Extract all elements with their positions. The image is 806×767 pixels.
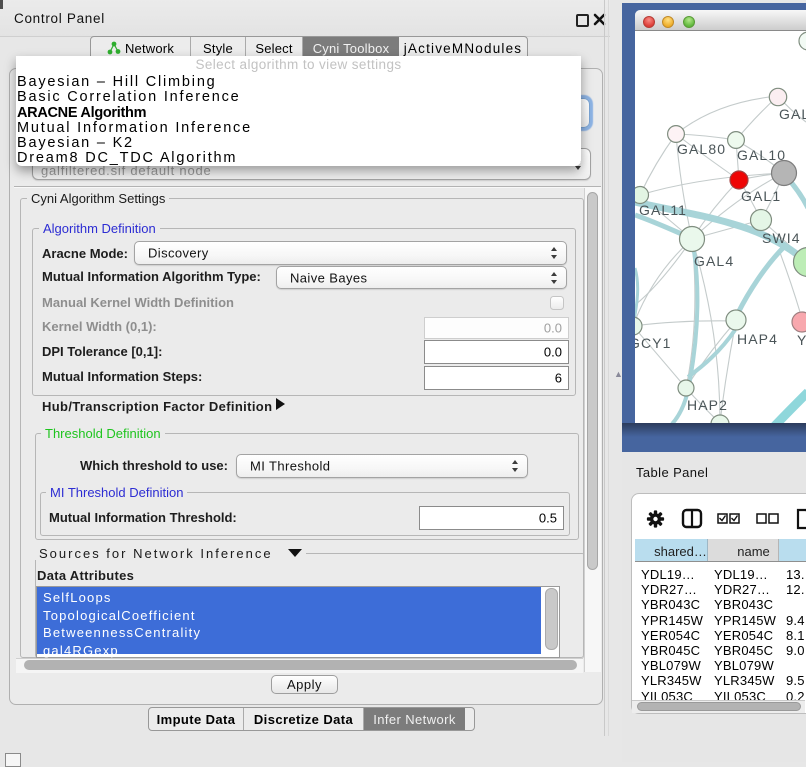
svg-text:GCY1: GCY1 [635, 335, 672, 351]
svg-text:Y: Y [797, 332, 806, 348]
svg-text:GAL2: GAL2 [779, 106, 806, 122]
svg-text:HAP4: HAP4 [737, 331, 778, 347]
svg-text:GAL1: GAL1 [741, 188, 781, 204]
svg-text:GAL4: GAL4 [694, 253, 734, 269]
svg-text:GAL80: GAL80 [677, 141, 726, 157]
svg-text:GAL10: GAL10 [737, 147, 786, 163]
svg-text:SWI4: SWI4 [762, 230, 801, 246]
svg-text:HAP2: HAP2 [687, 397, 728, 413]
svg-text:GAL11: GAL11 [639, 202, 687, 218]
